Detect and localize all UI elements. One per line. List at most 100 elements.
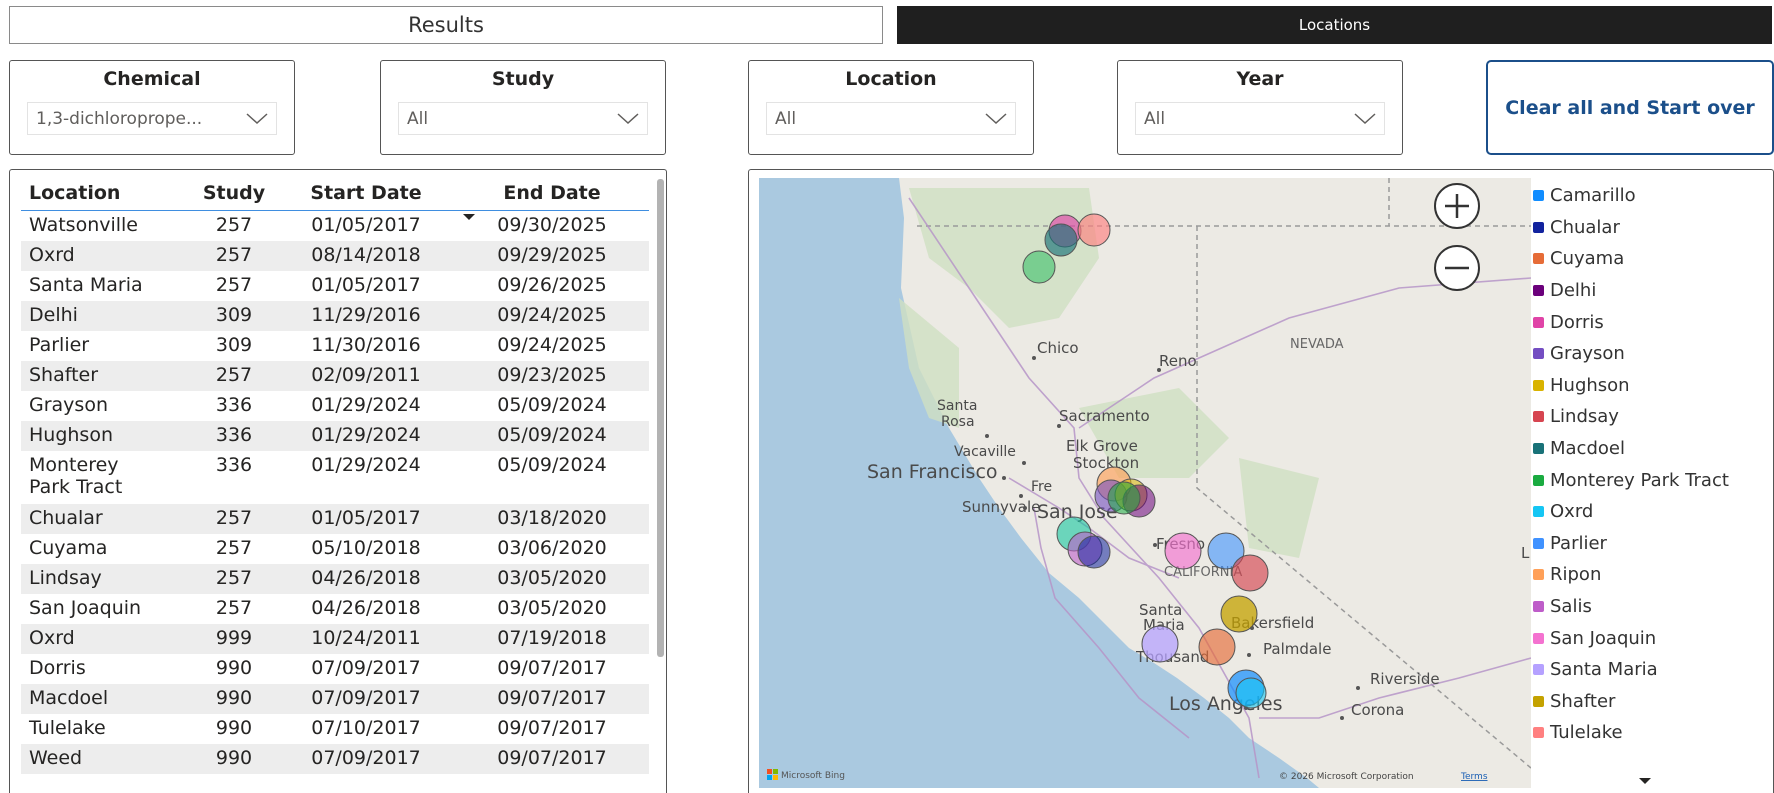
cell-end-date: 05/09/2024 — [497, 393, 607, 416]
cell-location: Hughson — [21, 420, 191, 451]
legend-label: Salis — [1550, 596, 1592, 618]
table-row[interactable]: Tulelake 990 07/10/2017 09/07/2017 — [21, 714, 649, 744]
table-row[interactable]: Oxrd 999 10/24/2011 07/19/2018 — [21, 623, 649, 654]
table-row[interactable]: Weed 990 07/09/2017 09/07/2017 — [21, 743, 649, 774]
marker-shafter[interactable] — [1220, 595, 1258, 633]
legend-label: Parlier — [1550, 532, 1607, 554]
cell-study: 257 — [191, 563, 277, 594]
legend-item[interactable]: Monterey Park Tract — [1533, 464, 1773, 496]
cell-end-date: 05/09/2024 — [455, 420, 649, 451]
legend-item[interactable]: San Joaquin — [1533, 622, 1773, 654]
cell-end-date: 09/24/2025 — [455, 300, 649, 331]
marker-oxrd[interactable] — [1235, 677, 1267, 709]
cell-study: 257 — [191, 240, 277, 271]
legend-swatch — [1533, 474, 1544, 486]
legend-item[interactable]: Ripon — [1533, 559, 1773, 591]
table-row[interactable]: San Joaquin 257 04/26/2018 03/05/2020 — [21, 594, 649, 624]
legend-item[interactable]: Lindsay — [1533, 401, 1773, 433]
legend-item[interactable]: Chualar — [1533, 212, 1773, 244]
marker-monterey-park-tract[interactable] — [1107, 481, 1141, 515]
legend-scroll-down-icon[interactable] — [1639, 778, 1651, 784]
cell-study: 309 — [191, 300, 277, 331]
legend-item[interactable]: Oxrd — [1533, 496, 1773, 528]
zoom-in-button[interactable] — [1434, 183, 1480, 229]
legend-item[interactable]: Dorris — [1533, 306, 1773, 338]
marker-cuyama[interactable] — [1198, 628, 1236, 666]
cell-end-date: 03/06/2020 — [497, 536, 607, 559]
location-dropdown[interactable]: All — [766, 102, 1016, 135]
legend-label: Cuyama — [1550, 248, 1625, 270]
cell-start-date: 10/24/2011 — [277, 623, 455, 654]
table-row[interactable]: Cuyama 257 05/10/2018 03/06/2020 — [21, 534, 649, 564]
table-row[interactable]: Lindsay 257 04/26/2018 03/05/2020 — [21, 563, 649, 594]
bing-attribution: Microsoft Bing — [781, 771, 845, 781]
table-row[interactable]: Parlier 309 11/30/2016 09/24/2025 — [21, 331, 649, 361]
table-row[interactable]: Grayson 336 01/29/2024 05/09/2024 — [21, 391, 649, 421]
marker-santa-maria[interactable] — [1141, 625, 1179, 663]
chevron-down-icon — [617, 112, 639, 124]
zoom-out-button[interactable] — [1434, 245, 1480, 291]
legend-item[interactable]: Hughson — [1533, 370, 1773, 402]
tab-results[interactable]: Results — [9, 6, 883, 44]
clear-all-button[interactable]: Clear all and Start over — [1486, 60, 1774, 155]
legend-item[interactable]: Tulelake — [1533, 717, 1773, 749]
legend-swatch — [1533, 190, 1544, 202]
table-row[interactable]: Shafter 257 02/09/2011 09/23/2025 — [21, 360, 649, 391]
legend-item[interactable]: Parlier — [1533, 528, 1773, 560]
study-dropdown[interactable]: All — [398, 102, 648, 135]
table-scrollbar[interactable] — [657, 179, 664, 657]
cell-end-date: 09/23/2025 — [455, 360, 649, 391]
table-row[interactable]: Delhi 309 11/29/2016 09/24/2025 — [21, 300, 649, 331]
study-slicer: Study All — [380, 60, 666, 155]
legend-item[interactable]: Delhi — [1533, 275, 1773, 307]
cell-start-date: 02/09/2011 — [277, 360, 455, 391]
table-row[interactable]: Oxrd 257 08/14/2018 09/29/2025 — [21, 240, 649, 271]
table-row[interactable]: Chualar 257 01/05/2017 03/18/2020 — [21, 503, 649, 534]
marker-tulelake[interactable] — [1077, 213, 1111, 247]
col-header-start-date[interactable]: Start Date — [277, 176, 455, 211]
tab-locations[interactable]: Locations — [897, 6, 1772, 44]
legend-item[interactable]: Grayson — [1533, 338, 1773, 370]
legend-swatch — [1533, 506, 1544, 518]
col-header-end-date[interactable]: End Date — [455, 176, 649, 220]
legend-item[interactable]: Camarillo — [1533, 180, 1773, 212]
marker-chualar[interactable] — [1077, 535, 1111, 569]
label-fremont: Fre — [1031, 479, 1052, 495]
marker-lindsay[interactable] — [1231, 554, 1269, 592]
legend-item[interactable]: Shafter — [1533, 686, 1773, 718]
marker-san-joaquin[interactable] — [1164, 532, 1202, 570]
table-row[interactable]: Santa Maria 257 01/05/2017 09/26/2025 — [21, 271, 649, 301]
cell-location: Dorris — [29, 656, 86, 679]
table-row[interactable]: Dorris 990 07/09/2017 09/07/2017 — [21, 654, 649, 684]
cell-end-date: 03/05/2020 — [455, 563, 649, 594]
legend-item[interactable]: Macdoel — [1533, 433, 1773, 465]
marker-macdoel[interactable] — [1044, 223, 1078, 257]
cell-start-date: 04/26/2018 — [311, 596, 421, 619]
label-vacaville: Vacaville — [954, 444, 1016, 460]
cell-start-date: 08/14/2018 — [277, 240, 455, 271]
map[interactable]: Chico Reno NEVADA Santa Rosa Sacramento V… — [759, 178, 1531, 788]
legend-swatch — [1533, 285, 1544, 297]
legend-item[interactable]: Santa Maria — [1533, 654, 1773, 686]
cell-study: 990 — [191, 683, 277, 714]
year-dropdown[interactable]: All — [1135, 102, 1385, 135]
chevron-down-icon — [1354, 112, 1376, 124]
legend-item[interactable]: Cuyama — [1533, 243, 1773, 275]
map-terms-link[interactable]: Terms — [1460, 772, 1488, 782]
table-row[interactable]: Monterey Park Tract 336 01/29/2024 05/09/20… — [21, 451, 649, 504]
table-row[interactable]: Macdoel 990 07/09/2017 09/07/2017 — [21, 683, 649, 714]
legend-item[interactable]: Salis — [1533, 591, 1773, 623]
legend-swatch — [1533, 537, 1544, 549]
map-legend: Camarillo Chualar Cuyama Delhi Dorris Grayson… — [1533, 180, 1773, 749]
cell-end-date: 03/18/2020 — [455, 503, 649, 534]
chevron-down-icon — [246, 112, 268, 124]
marker-weed[interactable] — [1022, 250, 1056, 284]
table-row[interactable]: Watsonville 257 01/05/2017 09/30/2025 — [21, 211, 649, 241]
cell-start-date: 11/29/2016 — [277, 300, 455, 331]
cell-study: 257 — [215, 596, 253, 619]
col-header-study[interactable]: Study — [191, 176, 277, 211]
chemical-dropdown[interactable]: 1,3-dichloroprope... — [27, 102, 277, 135]
col-header-location[interactable]: Location — [21, 176, 191, 211]
label-san-francisco: San Francisco — [867, 461, 998, 483]
table-row[interactable]: Hughson 336 01/29/2024 05/09/2024 — [21, 420, 649, 451]
